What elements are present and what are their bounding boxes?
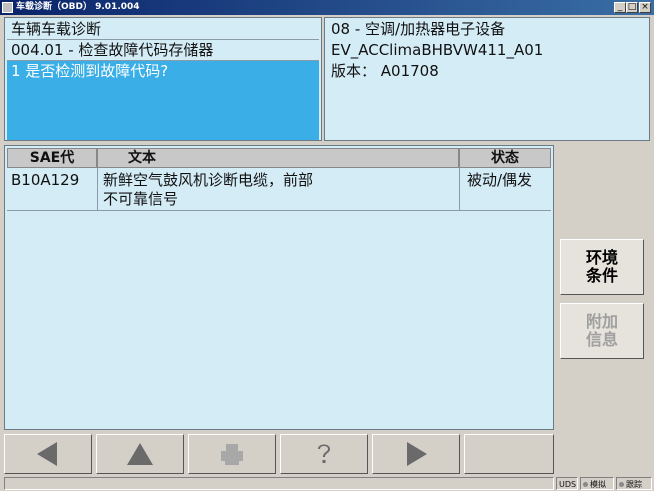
ecu-dataset: EV_ACClimaBHBVW411_A01 <box>331 41 544 59</box>
fault-code: B10A129 <box>11 171 80 189</box>
divider <box>7 39 319 40</box>
status-bar: UDS 模拟 跟踪 <box>0 476 654 491</box>
up-button[interactable] <box>96 434 184 474</box>
back-button[interactable] <box>4 434 92 474</box>
question-mark-icon <box>318 444 330 463</box>
additional-info-button[interactable]: 附加信息 <box>560 303 644 359</box>
arrow-up-icon <box>127 443 153 465</box>
arrow-right-icon <box>407 442 427 466</box>
forward-button[interactable] <box>372 434 460 474</box>
trace-indicator: 跟踪 <box>616 477 652 490</box>
obd-window: 车载诊断（OBD） 9.01.004 _ □ × 车辆车载诊断 004.01 -… <box>0 0 654 491</box>
fault-text-line2: 不可靠信号 <box>103 190 179 208</box>
function-step: 004.01 - 检查故障代码存储器 <box>11 41 214 59</box>
uds-indicator: UDS <box>556 477 578 490</box>
column-divider <box>97 168 98 210</box>
function-question[interactable]: 1 是否检测到故障代码? <box>7 61 319 140</box>
function-question-text: 1 是否检测到故障代码? <box>11 62 169 80</box>
status-dot-icon <box>583 482 588 487</box>
column-header-text[interactable]: 文本 <box>97 148 459 168</box>
simulate-label: 模拟 <box>590 480 606 489</box>
side-panel: 环境条件 附加信息 <box>556 145 652 430</box>
maximize-button[interactable]: □ <box>626 2 638 13</box>
blank-toolbar-button <box>464 434 554 474</box>
simulate-indicator: 模拟 <box>580 477 614 490</box>
function-panel: 车辆车载诊断 004.01 - 检查故障代码存储器 1 是否检测到故障代码? <box>4 17 322 141</box>
close-button[interactable]: × <box>639 2 651 13</box>
window-title: 车载诊断（OBD） 9.01.004 <box>16 2 140 12</box>
bottom-toolbar <box>4 434 554 474</box>
column-header-code[interactable]: SAE代 <box>7 148 97 168</box>
environment-conditions-label: 环境条件 <box>585 248 618 285</box>
fault-code-table: SAE代 文本 状态 B10A129 新鲜空气鼓风机诊断电缆，前部 不可靠信号 … <box>4 145 554 430</box>
function-title: 车辆车载诊断 <box>11 20 102 38</box>
trace-label: 跟踪 <box>626 480 642 489</box>
minimize-button[interactable]: _ <box>614 2 626 13</box>
column-divider <box>459 168 460 210</box>
app-icon <box>2 2 13 13</box>
fault-status: 被动/偶发 <box>467 171 533 189</box>
status-message <box>4 477 554 490</box>
ecu-name: 08 - 空调/加热器电子设备 <box>331 20 506 38</box>
fault-text-line1: 新鲜空气鼓风机诊断电缆，前部 <box>103 171 314 189</box>
environment-conditions-button[interactable]: 环境条件 <box>560 239 644 295</box>
ecu-info-panel: 08 - 空调/加热器电子设备 EV_ACClimaBHBVW411_A01 版… <box>324 17 650 141</box>
print-button[interactable] <box>188 434 276 474</box>
title-bar: 车载诊断（OBD） 9.01.004 _ □ × <box>0 0 654 15</box>
divider <box>7 60 319 61</box>
arrow-left-icon <box>37 442 57 466</box>
row-divider <box>7 210 551 211</box>
column-header-status[interactable]: 状态 <box>459 148 551 168</box>
ecu-version: 版本： A01708 <box>331 62 439 80</box>
help-button[interactable] <box>280 434 368 474</box>
status-dot-icon <box>619 482 624 487</box>
additional-info-label: 附加信息 <box>585 312 618 349</box>
printer-icon <box>221 444 243 465</box>
